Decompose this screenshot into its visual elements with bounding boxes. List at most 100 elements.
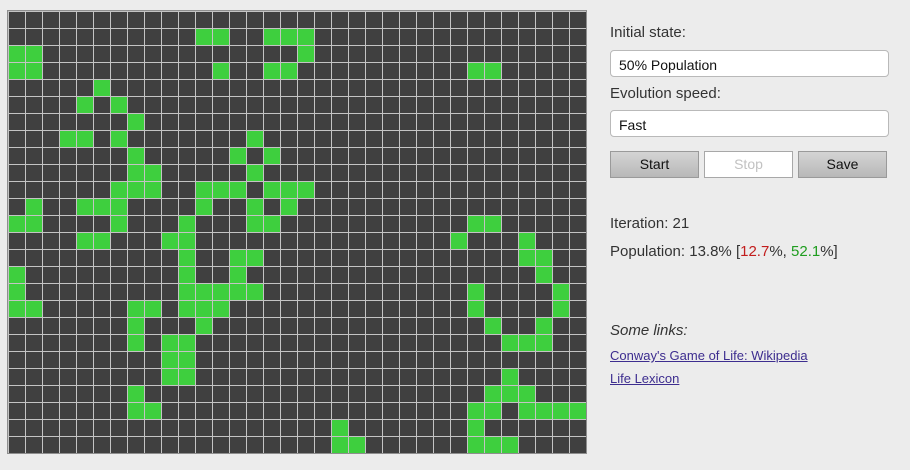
cell-dead[interactable] (77, 114, 93, 130)
cell-dead[interactable] (383, 114, 399, 130)
cell-dead[interactable] (502, 46, 518, 62)
cell-dead[interactable] (434, 352, 450, 368)
cell-dead[interactable] (247, 335, 263, 351)
cell-dead[interactable] (230, 114, 246, 130)
cell-dead[interactable] (451, 114, 467, 130)
cell-dead[interactable] (230, 369, 246, 385)
cell-dead[interactable] (264, 131, 280, 147)
cell-dead[interactable] (315, 233, 331, 249)
cell-dead[interactable] (145, 216, 161, 232)
cell-dead[interactable] (366, 114, 382, 130)
cell-dead[interactable] (502, 97, 518, 113)
cell-dead[interactable] (502, 148, 518, 164)
cell-dead[interactable] (94, 352, 110, 368)
cell-dead[interactable] (43, 46, 59, 62)
cell-dead[interactable] (111, 335, 127, 351)
cell-dead[interactable] (94, 63, 110, 79)
cell-dead[interactable] (111, 369, 127, 385)
cell-dead[interactable] (451, 131, 467, 147)
cell-dead[interactable] (366, 199, 382, 215)
cell-alive[interactable] (128, 318, 144, 334)
cell-dead[interactable] (128, 216, 144, 232)
cell-dead[interactable] (536, 63, 552, 79)
cell-dead[interactable] (196, 403, 212, 419)
cell-dead[interactable] (315, 182, 331, 198)
cell-alive[interactable] (26, 301, 42, 317)
cell-dead[interactable] (502, 216, 518, 232)
cell-dead[interactable] (366, 369, 382, 385)
cell-alive[interactable] (179, 301, 195, 317)
cell-dead[interactable] (536, 420, 552, 436)
cell-dead[interactable] (230, 165, 246, 181)
cell-dead[interactable] (502, 80, 518, 96)
cell-dead[interactable] (298, 352, 314, 368)
cell-dead[interactable] (264, 97, 280, 113)
cell-dead[interactable] (128, 437, 144, 453)
cell-dead[interactable] (536, 12, 552, 28)
cell-alive[interactable] (128, 335, 144, 351)
cell-dead[interactable] (26, 352, 42, 368)
cell-dead[interactable] (332, 29, 348, 45)
cell-dead[interactable] (60, 284, 76, 300)
cell-dead[interactable] (196, 250, 212, 266)
cell-dead[interactable] (349, 335, 365, 351)
cell-dead[interactable] (485, 46, 501, 62)
cell-alive[interactable] (536, 267, 552, 283)
cell-dead[interactable] (366, 29, 382, 45)
cell-dead[interactable] (383, 131, 399, 147)
cell-dead[interactable] (9, 182, 25, 198)
cell-dead[interactable] (9, 420, 25, 436)
cell-alive[interactable] (281, 199, 297, 215)
cell-dead[interactable] (281, 403, 297, 419)
cell-dead[interactable] (332, 301, 348, 317)
cell-dead[interactable] (60, 420, 76, 436)
cell-dead[interactable] (502, 352, 518, 368)
cell-dead[interactable] (213, 403, 229, 419)
cell-dead[interactable] (400, 352, 416, 368)
cell-alive[interactable] (128, 182, 144, 198)
cell-dead[interactable] (43, 148, 59, 164)
cell-dead[interactable] (111, 437, 127, 453)
cell-dead[interactable] (434, 114, 450, 130)
cell-dead[interactable] (213, 199, 229, 215)
cell-dead[interactable] (9, 386, 25, 402)
cell-alive[interactable] (94, 199, 110, 215)
cell-dead[interactable] (26, 114, 42, 130)
cell-dead[interactable] (264, 420, 280, 436)
cell-alive[interactable] (349, 437, 365, 453)
cell-dead[interactable] (434, 97, 450, 113)
cell-dead[interactable] (213, 165, 229, 181)
cell-dead[interactable] (298, 284, 314, 300)
cell-dead[interactable] (179, 63, 195, 79)
cell-dead[interactable] (179, 199, 195, 215)
cell-dead[interactable] (451, 437, 467, 453)
cell-dead[interactable] (281, 80, 297, 96)
cell-dead[interactable] (349, 97, 365, 113)
cell-dead[interactable] (485, 97, 501, 113)
cell-dead[interactable] (417, 80, 433, 96)
cell-dead[interactable] (332, 12, 348, 28)
cell-dead[interactable] (451, 267, 467, 283)
start-button[interactable]: Start (610, 151, 699, 178)
cell-alive[interactable] (162, 335, 178, 351)
cell-dead[interactable] (162, 318, 178, 334)
cell-alive[interactable] (213, 182, 229, 198)
cell-dead[interactable] (349, 46, 365, 62)
cell-dead[interactable] (315, 114, 331, 130)
cell-dead[interactable] (315, 369, 331, 385)
cell-alive[interactable] (281, 29, 297, 45)
cell-dead[interactable] (9, 114, 25, 130)
cell-alive[interactable] (128, 301, 144, 317)
cell-dead[interactable] (468, 97, 484, 113)
cell-dead[interactable] (179, 318, 195, 334)
cell-dead[interactable] (451, 97, 467, 113)
cell-dead[interactable] (519, 301, 535, 317)
cell-alive[interactable] (162, 233, 178, 249)
cell-dead[interactable] (485, 12, 501, 28)
cell-dead[interactable] (162, 131, 178, 147)
cell-dead[interactable] (213, 437, 229, 453)
cell-dead[interactable] (247, 386, 263, 402)
cell-dead[interactable] (298, 267, 314, 283)
cell-dead[interactable] (400, 250, 416, 266)
cell-dead[interactable] (349, 352, 365, 368)
